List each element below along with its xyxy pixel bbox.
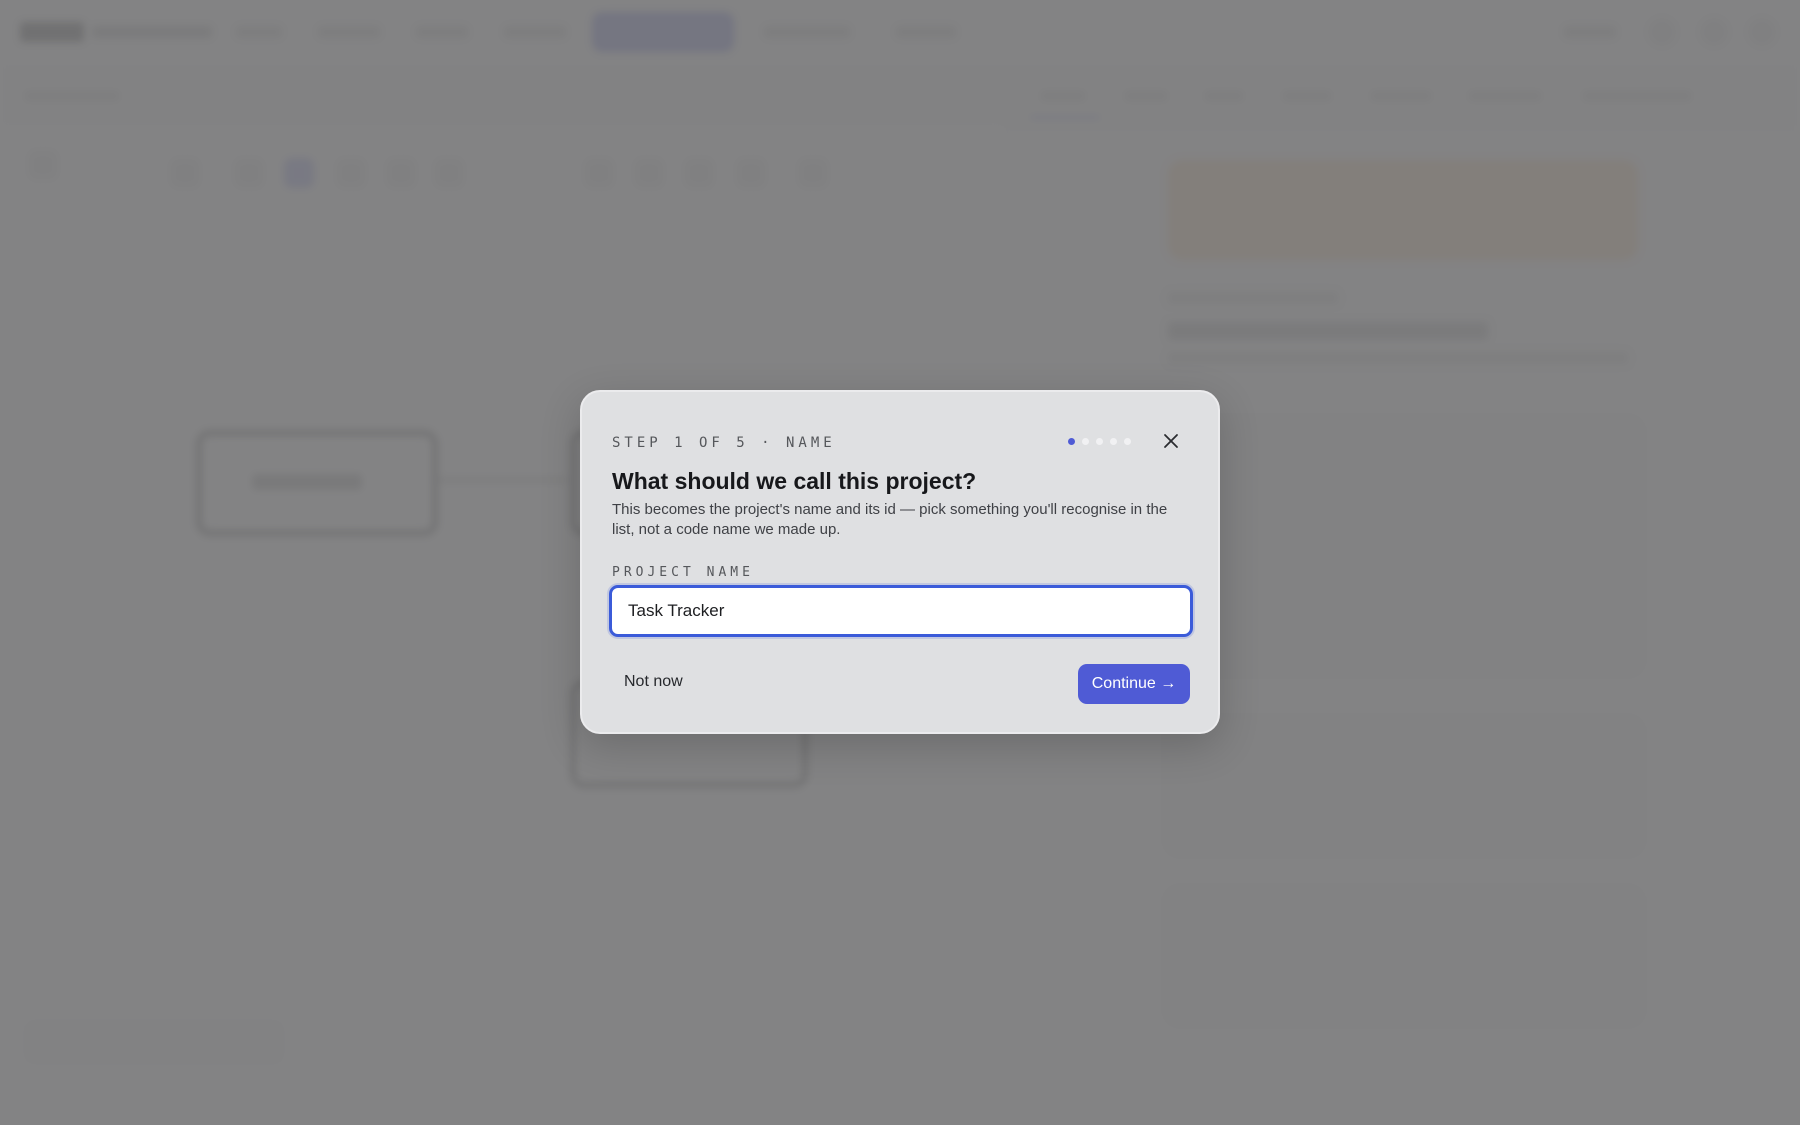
close-icon (1164, 434, 1178, 448)
dialog-description: This becomes the project's name and its … (612, 501, 1168, 538)
project-name-label: PROJECT NAME (612, 565, 754, 580)
step-dot (1124, 438, 1131, 445)
step-dot (1082, 438, 1089, 445)
app-root: STEP 1 OF 5 · NAME What should we call t… (0, 0, 1800, 1125)
step-dot (1096, 438, 1103, 445)
project-name-dialog: STEP 1 OF 5 · NAME What should we call t… (580, 390, 1220, 734)
continue-button[interactable]: Continue → (1078, 664, 1190, 704)
not-now-button[interactable]: Not now (612, 664, 695, 700)
dialog-title: What should we call this project? (612, 468, 977, 494)
step-progress-dots (1068, 438, 1131, 448)
step-indicator-label: STEP 1 OF 5 · NAME (612, 435, 836, 451)
project-name-input[interactable] (609, 585, 1193, 637)
close-button[interactable] (1160, 430, 1182, 452)
step-dot (1110, 438, 1117, 445)
step-dot-current (1068, 438, 1075, 445)
